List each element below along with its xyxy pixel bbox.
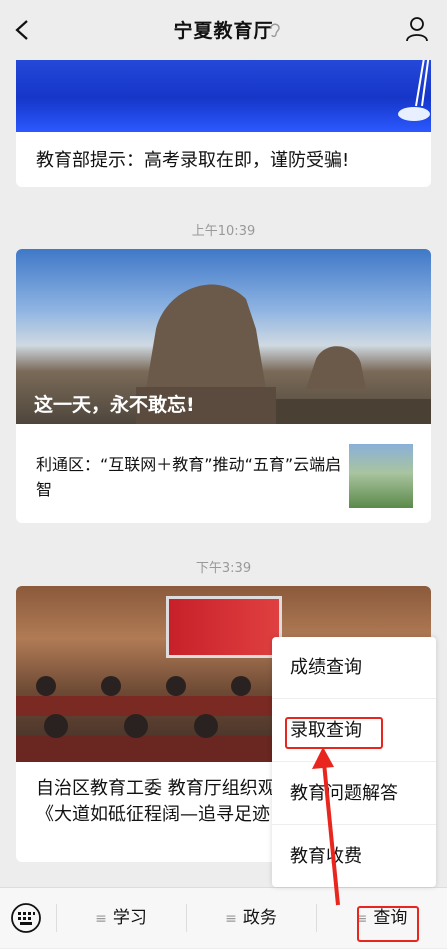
menu-item-education-fees[interactable]: 教育收费	[272, 826, 436, 888]
timestamp: 上午10:39	[191, 224, 256, 239]
sub-article-title[interactable]: 利通区：“互联网＋教育”推动“五育”云端启智	[36, 452, 346, 502]
menu-item-score-query[interactable]: 成绩查询	[272, 637, 436, 699]
red-arrow-annotation	[312, 747, 340, 906]
tab-label: 政务	[242, 908, 277, 928]
ear-icon	[270, 23, 280, 38]
keyboard-icon[interactable]	[10, 902, 42, 934]
article-card[interactable]: 教育部提示：高考录取在即，谨防受骗!	[16, 46, 431, 187]
highlight-box-query-tab	[357, 906, 419, 942]
timestamp: 下午3:39	[195, 561, 252, 576]
article-title: 教育部提示：高考录取在即，谨防受骗!	[36, 150, 350, 171]
tab-government[interactable]: ≡ 政务	[186, 888, 316, 948]
featured-caption: 这一天，永不敢忘!	[34, 394, 195, 416]
query-popup-menu: 成绩查询 录取查询 教育问题解答 教育收费	[272, 637, 436, 887]
tab-label: 学习	[112, 908, 147, 928]
page-title: 宁夏教育厅	[173, 20, 274, 42]
menu-lines-icon: ≡	[95, 911, 107, 927]
projection-screen	[166, 596, 282, 658]
user-profile-icon[interactable]	[405, 16, 429, 42]
top-navigation-bar: 宁夏教育厅	[0, 0, 447, 60]
sub-article-thumbnail	[349, 444, 413, 508]
menu-lines-icon: ≡	[225, 911, 237, 927]
article-card[interactable]: 这一天，永不敢忘! 利通区：“互联网＋教育”推动“五育”云端启智	[16, 249, 431, 523]
menu-item-education-qa[interactable]: 教育问题解答	[272, 763, 436, 825]
tab-study[interactable]: ≡ 学习	[56, 888, 186, 948]
